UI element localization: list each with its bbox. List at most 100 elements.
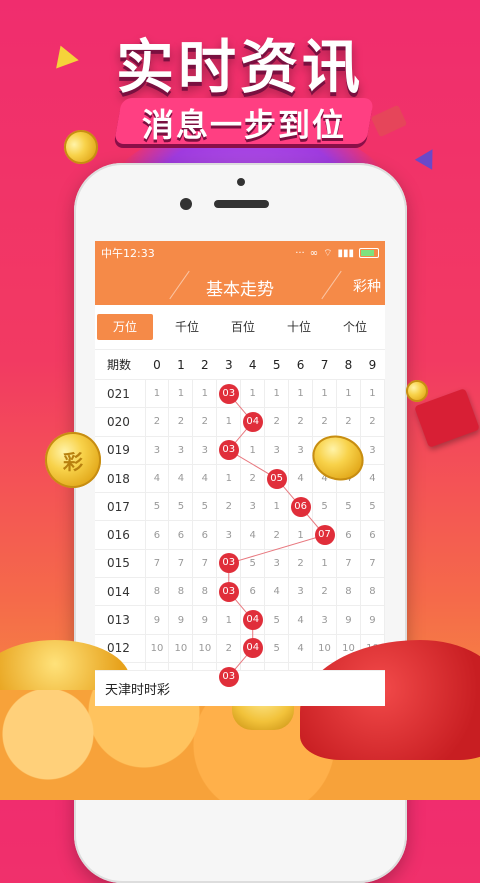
miss-count-cell: 7 [359,548,385,579]
tab-wan[interactable]: 万位 [97,314,153,340]
miss-count-cell: 9 [359,605,385,635]
hit-cell: 07 [312,520,337,550]
miss-count-cell: 4 [288,463,314,494]
status-icons: ··· ∞ ⌔ ▮▮▮ [295,247,379,260]
lottery-name-bar[interactable]: 天津时时彩 [95,670,385,706]
hit-cell: 03 [216,577,242,607]
miss-count-cell: 8 [192,577,218,607]
period-cell: 013 [95,605,146,635]
miss-count-cell: 8 [144,577,170,607]
miss-count-cell: 1 [336,378,361,409]
miss-count-cell: 4 [168,463,194,494]
header-digit: 1 [177,357,185,372]
miss-count-cell: 8 [168,577,194,607]
tab-bai[interactable]: 百位 [215,314,271,340]
hit-ball: 03 [218,383,239,404]
hit-ball: 05 [266,468,287,489]
header-period: 期数 [107,358,132,372]
miss-count-cell: 4 [264,577,290,607]
miss-count-cell: 10 [144,633,170,663]
miss-count-cell: 7 [192,548,218,579]
hit-cell: 03 [216,435,242,465]
header-digit: 5 [272,357,281,372]
hit-ball: 03 [218,666,239,687]
hit-cell: 04 [240,605,266,635]
trend-table: 期数 0123456789 021 1 1 1 03 1 1 1 1 1 1 020 2 2 2 1 04 2 2 2… [95,350,385,692]
lottery-type-button[interactable]: 彩种 [353,276,381,296]
miss-count-cell: 9 [192,605,218,635]
miss-count-cell: 2 [216,633,242,663]
coin-char: 彩 [63,449,83,474]
table-row: 015 7 7 7 03 5 3 2 1 7 7 [95,548,385,579]
miss-count-cell: 5 [168,492,194,522]
miss-count-cell: 2 [336,407,361,437]
app-bar: 基本走势 彩种 [95,265,385,305]
miss-count-cell: 1 [240,378,266,409]
phone-camera [237,178,245,186]
miss-count-cell: 3 [168,435,194,465]
hit-ball: 03 [218,581,239,602]
miss-count-cell: 5 [144,492,170,522]
header-digit: 0 [153,357,161,372]
tab-qian[interactable]: 千位 [159,314,215,340]
miss-count-cell: 8 [359,577,385,607]
period-cell: 016 [95,520,146,550]
miss-count-cell: 1 [264,378,290,409]
miss-count-cell: 3 [216,520,242,550]
miss-count-cell: 3 [264,435,290,465]
hit-cell: 04 [240,407,266,437]
miss-count-cell: 6 [192,520,218,550]
miss-count-cell: 2 [168,407,194,437]
wifi-icon: ⌔ [323,247,333,259]
phone-speaker [214,200,269,208]
tab-ge[interactable]: 个位 [327,314,383,340]
miss-count-cell: 5 [264,633,290,663]
header-digit: 7 [320,357,329,372]
miss-count-cell: 1 [288,520,314,550]
trend-chart: 期数 0123456789 021 1 1 1 03 1 1 1 1 1 1 020 2 2 2 1 04 2 2 2… [95,350,385,692]
miss-count-cell: 5 [359,492,385,522]
miss-count-cell: 5 [240,548,266,579]
miss-count-cell: 4 [359,463,385,494]
gold-coin-icon [406,380,428,402]
position-tabs: 万位 千位 百位 十位 个位 [95,305,385,350]
miss-count-cell: 1 [216,463,242,494]
miss-count-cell: 2 [216,492,242,522]
tab-shi[interactable]: 十位 [271,314,327,340]
hit-ball: 04 [242,638,263,659]
miss-count-cell: 6 [336,520,361,550]
status-bar: 中午12:33 ··· ∞ ⌔ ▮▮▮ [95,241,385,265]
hit-ball: 03 [218,553,239,574]
miss-count-cell: 6 [359,520,385,550]
period-cell: 018 [95,463,146,494]
miss-count-cell: 1 [359,378,385,409]
miss-count-cell: 1 [144,378,170,409]
miss-count-cell: 3 [144,435,170,465]
miss-count-cell: 5 [192,492,218,522]
page-title: 基本走势 [206,280,274,300]
battery-icon [359,248,379,258]
miss-count-cell: 10 [168,633,194,663]
hit-cell: 05 [264,463,290,494]
miss-count-cell: 3 [312,605,337,635]
miss-count-cell: 2 [264,520,290,550]
hit-ball: 03 [218,440,239,461]
period-cell: 019 [95,435,146,465]
table-row: 016 6 6 6 3 4 2 1 07 6 6 [95,520,385,550]
dots-icon: ··· [295,247,305,259]
miss-count-cell: 2 [288,548,314,579]
miss-count-cell: 1 [264,492,290,522]
miss-count-cell: 4 [240,520,266,550]
miss-count-cell: 7 [168,548,194,579]
header-digit: 3 [224,357,233,372]
signal-icon: ▮▮▮ [337,247,354,259]
miss-count-cell: 9 [144,605,170,635]
header-digit: 6 [296,357,305,372]
miss-count-cell: 1 [240,435,266,465]
promo-headline: 实时资讯 [115,33,364,101]
table-row: 014 8 8 8 03 6 4 3 2 8 8 [95,577,385,607]
miss-count-cell: 9 [336,605,361,635]
phone-front-camera [180,198,192,210]
table-header-row: 期数 0 1 23456789 [95,350,385,380]
status-time: 中午12:33 [101,247,155,260]
